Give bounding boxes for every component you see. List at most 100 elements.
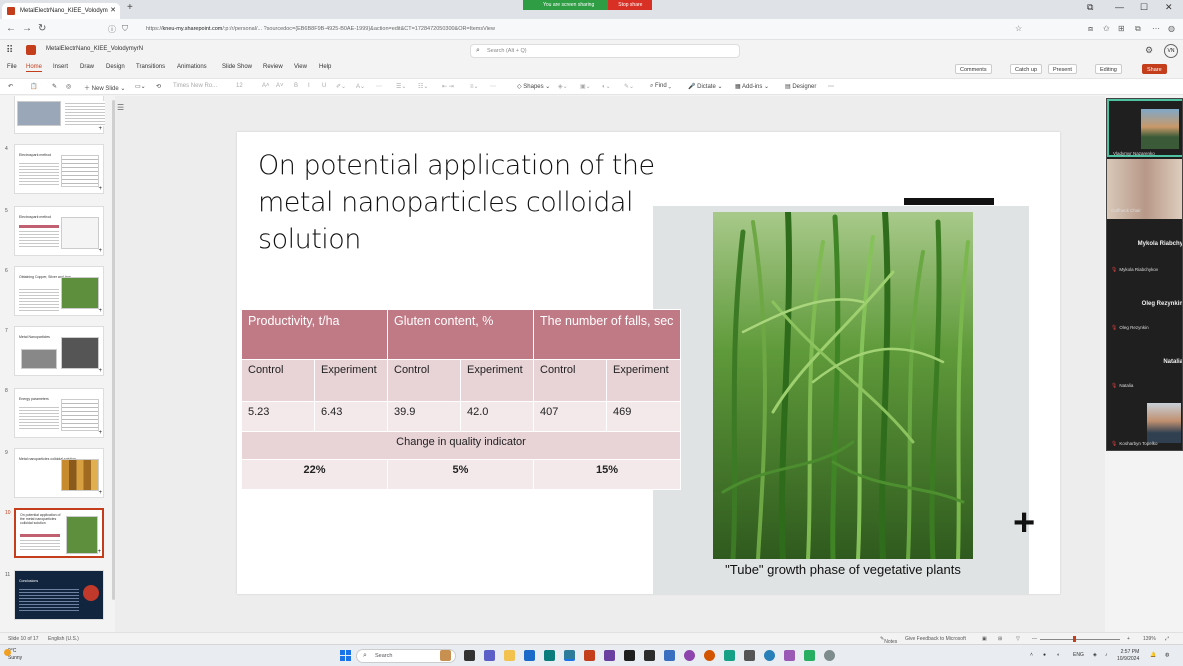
participant-tile[interactable]: Natalia 🎙 Natalia xyxy=(1107,339,1182,399)
addins-button[interactable]: ▦ Add-ins ⌄ xyxy=(735,83,769,90)
indent-icon[interactable]: ⇤ ⇥ xyxy=(442,83,454,90)
favorite-star-icon[interactable]: ☆ xyxy=(1015,24,1022,33)
feedback-link[interactable]: Give Feedback to Microsoft xyxy=(905,636,966,642)
tab-close-icon[interactable]: ✕ xyxy=(110,3,116,19)
thumb-slide-5[interactable]: Electrospark method + xyxy=(14,206,104,256)
zoom-slider-knob[interactable] xyxy=(1073,636,1076,642)
volume-icon[interactable]: ♪ xyxy=(1105,652,1108,658)
task-view-icon[interactable] xyxy=(464,650,475,661)
comments-button[interactable]: Comments xyxy=(955,64,992,74)
value-cell[interactable]: 469 xyxy=(606,401,681,432)
clipboard-icon[interactable]: 📋 xyxy=(30,83,37,90)
tray-chevron-icon[interactable]: ˄ xyxy=(1030,652,1033,658)
edge-icon[interactable] xyxy=(564,650,575,661)
thumb-slide-4[interactable]: Electrospark method + xyxy=(14,144,104,194)
subheader-cell[interactable]: Experiment xyxy=(606,359,681,402)
dictate-button[interactable]: 🎤 Dictate ⌄ xyxy=(688,83,723,90)
slide-title[interactable]: On potential application of the metal na… xyxy=(258,147,658,258)
document-name[interactable]: MetalElectrNano_KIEE_VolodymyrN xyxy=(46,46,143,52)
subheader-cell[interactable]: Control xyxy=(387,359,461,402)
zoom-slider-track[interactable] xyxy=(1040,639,1120,640)
more-menu-icon[interactable]: ⋯ xyxy=(1152,24,1160,33)
menu-insert[interactable]: Insert xyxy=(53,64,68,70)
powerpoint-logo-icon[interactable] xyxy=(26,45,36,55)
settings-taskbar-icon[interactable] xyxy=(824,650,835,661)
subheader-cell[interactable]: Control xyxy=(241,359,315,402)
store-icon[interactable] xyxy=(544,650,555,661)
decrease-font-icon[interactable]: A˅ xyxy=(276,83,284,89)
undo-icon[interactable]: ↶ xyxy=(8,83,13,90)
outlook-icon[interactable] xyxy=(524,650,535,661)
zoom-in-icon[interactable]: + xyxy=(1127,636,1130,642)
app-icon[interactable] xyxy=(644,650,655,661)
subheader-cell[interactable]: Experiment xyxy=(314,359,388,402)
catch-up-button[interactable]: Catch up xyxy=(1010,64,1043,74)
app-icon[interactable] xyxy=(724,650,735,661)
menu-review[interactable]: Review xyxy=(263,64,283,70)
align-icon[interactable]: ≡⌄ xyxy=(470,83,479,90)
numbering-icon[interactable]: ☷⌄ xyxy=(418,83,428,90)
thumb-slide-9[interactable]: Metal nanoparticles colloidal solution + xyxy=(14,448,104,498)
value-cell[interactable]: 5.23 xyxy=(241,401,315,432)
reload-icon[interactable]: ↻ xyxy=(38,23,46,34)
underline-icon[interactable]: U xyxy=(322,83,326,89)
menu-draw[interactable]: Draw xyxy=(80,64,94,70)
value-cell[interactable]: 42.0 xyxy=(460,401,534,432)
extensions-icon[interactable]: ⧉ xyxy=(1135,24,1141,34)
participant-tile[interactable]: 🎙 Kosharbyn Topelko xyxy=(1107,399,1182,450)
file-explorer-icon[interactable] xyxy=(504,650,515,661)
steam-icon[interactable] xyxy=(624,650,635,661)
participant-tile[interactable]: Oleg Rezynkin 🎙 Oleg Rezynkin xyxy=(1107,279,1182,339)
search-box[interactable]: ⌕ Search (Alt + Q) xyxy=(470,44,740,58)
bold-icon[interactable]: B xyxy=(294,83,298,89)
close-window-icon[interactable]: ✕ xyxy=(1165,2,1173,13)
powerpoint-taskbar-icon[interactable] xyxy=(584,650,595,661)
font-family-select[interactable]: Times New Ro... xyxy=(173,83,217,89)
fit-slide-icon[interactable]: ⤢ xyxy=(1165,636,1169,642)
subheader-cell[interactable]: Control xyxy=(533,359,607,402)
thumb-slide-3[interactable]: + xyxy=(14,96,105,134)
arrange-icon[interactable]: ▣⌄ xyxy=(580,83,591,90)
new-slide-button[interactable]: ＋ New Slide ⌄ xyxy=(84,83,125,92)
participant-tile[interactable]: Mykola Riabchy 🎙 Mykola Riabchykov xyxy=(1107,219,1182,279)
header-falls[interactable]: The number of falls, sec xyxy=(533,309,681,360)
app-icon[interactable] xyxy=(744,650,755,661)
thumb-slide-11[interactable]: Conclusions xyxy=(14,570,104,620)
more-paragraph-icon[interactable]: ⋯ xyxy=(490,83,496,90)
increase-font-icon[interactable]: A˄ xyxy=(262,83,270,89)
find-button[interactable]: ⌕ Find ⌄ xyxy=(650,83,671,90)
share-button[interactable]: Share xyxy=(1142,64,1167,74)
minimize-icon[interactable]: — xyxy=(1115,2,1124,12)
user-avatar[interactable]: VN xyxy=(1164,44,1178,58)
url-field[interactable]: https://kneu-my.sharepoint.com/:p:/r/per… xyxy=(108,22,1028,37)
header-productivity[interactable]: Productivity, t/ha xyxy=(241,309,388,360)
wheat-plants-photo[interactable] xyxy=(713,212,973,559)
quick-styles-icon[interactable]: ◐⌄ xyxy=(602,83,611,90)
language-indicator[interactable]: English (U.S.) xyxy=(48,636,79,642)
app-launcher-icon[interactable]: ⠿ xyxy=(6,45,13,56)
menu-design[interactable]: Design xyxy=(106,64,125,70)
header-gluten[interactable]: Gluten content, % xyxy=(387,309,534,360)
zoom-app-icon[interactable] xyxy=(764,650,775,661)
bullets-icon[interactable]: ☰⌄ xyxy=(396,83,406,90)
copilot-taskbar-icon[interactable]: ◍ xyxy=(1165,652,1169,658)
windows-start-icon[interactable] xyxy=(340,650,351,661)
notification-bell-icon[interactable]: 🔔 xyxy=(1150,652,1156,658)
language-indicator-taskbar[interactable]: ENG xyxy=(1073,652,1084,658)
layout-icon[interactable]: ▭⌄ xyxy=(135,83,146,90)
menu-view[interactable]: View xyxy=(294,64,307,70)
copilot-icon[interactable]: ◎ xyxy=(66,83,71,90)
highlight-icon[interactable]: ✐⌄ xyxy=(336,83,346,90)
edge-copilot-icon[interactable]: ◍ xyxy=(1168,24,1175,33)
editing-mode-button[interactable]: Editing xyxy=(1095,64,1122,74)
change-value-cell[interactable]: 22% xyxy=(241,459,388,490)
value-cell[interactable]: 407 xyxy=(533,401,607,432)
menu-help[interactable]: Help xyxy=(319,64,331,70)
reset-icon[interactable]: ⟲ xyxy=(156,83,161,90)
zoom-level[interactable]: 139% xyxy=(1143,636,1156,642)
normal-view-icon[interactable]: ▣ xyxy=(982,636,987,642)
change-value-cell[interactable]: 15% xyxy=(533,459,681,490)
value-cell[interactable]: 6.43 xyxy=(314,401,388,432)
present-button[interactable]: Present xyxy=(1048,64,1077,74)
split-screen-icon[interactable]: ⧈ xyxy=(1088,24,1093,34)
